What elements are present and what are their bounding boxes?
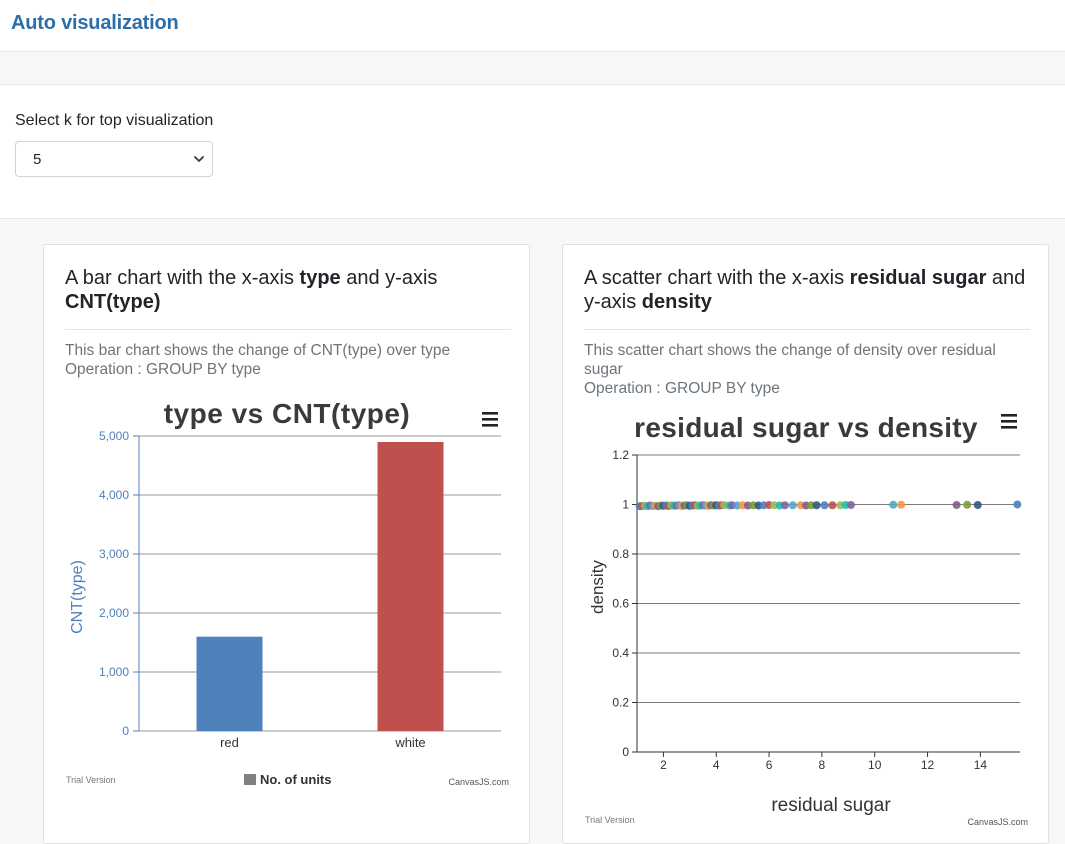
bar-chart-card: A bar chart with the x-axis type and y-a… xyxy=(43,244,530,844)
trial-version-label: Trial Version xyxy=(585,815,635,825)
operation-text: Operation : GROUP BY type xyxy=(65,361,261,378)
bar-red[interactable] xyxy=(196,636,263,731)
card-divider xyxy=(65,329,511,330)
card-title-text: A bar chart with the x-axis xyxy=(65,267,300,289)
plot-area: 0 0.2 0.4 0.6 0.8 1 1.2 2 4 6 8 10 12 14 xyxy=(612,448,1022,772)
y-tick-label: 0 xyxy=(122,724,129,738)
canvasjs-credit: CanvasJS.com xyxy=(967,817,1028,825)
k-select-dropdown[interactable]: 5 xyxy=(15,141,213,177)
chevron-down-icon xyxy=(194,156,204,162)
chart-title: type vs CNT(type) xyxy=(164,398,411,429)
legend-label: No. of units xyxy=(260,772,332,787)
card-description: This bar chart shows the change of CNT(t… xyxy=(65,341,505,379)
legend[interactable]: No. of units xyxy=(244,772,332,787)
y-tick-label: 2,000 xyxy=(99,606,129,620)
y-tick-label: 0.8 xyxy=(612,547,629,561)
x-tick-label: 14 xyxy=(974,758,988,772)
plot-area: 0 1,000 2,000 3,000 4,000 5,000 red white xyxy=(99,429,501,750)
card-title: A bar chart with the x-axis type and y-a… xyxy=(65,266,515,314)
description-text: This scatter chart shows the change of d… xyxy=(584,342,996,378)
card-divider xyxy=(584,329,1030,330)
y-tick-label: 1.2 xyxy=(612,448,629,462)
scatter-point[interactable] xyxy=(846,500,855,509)
scatter-point[interactable] xyxy=(963,500,972,509)
x-tick-label: 10 xyxy=(868,758,882,772)
card-title-x: type xyxy=(299,267,341,289)
scatter-point[interactable] xyxy=(820,501,829,510)
scatter-point[interactable] xyxy=(973,500,982,509)
legend-swatch xyxy=(244,774,256,785)
y-tick-label: 4,000 xyxy=(99,488,129,502)
scatter-point[interactable] xyxy=(897,500,906,509)
card-title-text: and y-axis xyxy=(340,267,438,289)
k-select-label: Select k for top visualization xyxy=(15,112,214,129)
y-tick-label: 1,000 xyxy=(99,665,129,679)
card-description: This scatter chart shows the change of d… xyxy=(584,341,1024,398)
canvasjs-credit: CanvasJS.com xyxy=(448,777,509,787)
x-tick-label: 8 xyxy=(819,758,826,772)
description-text: This bar chart shows the change of CNT(t… xyxy=(65,342,451,359)
y-axis-label: density xyxy=(588,560,607,614)
y-tick-label: 0.6 xyxy=(612,597,629,611)
y-tick-label: 0.4 xyxy=(612,646,629,660)
x-tick-label: 4 xyxy=(713,758,720,772)
x-axis-label: residual sugar xyxy=(771,795,891,816)
k-select-value: 5 xyxy=(33,151,42,168)
x-tick-label: 6 xyxy=(766,758,773,772)
x-tick-label: red xyxy=(220,735,239,750)
scatter-point[interactable] xyxy=(952,500,961,509)
visualization-cards: A bar chart with the x-axis type and y-a… xyxy=(0,219,1065,844)
menu-icon[interactable] xyxy=(482,412,498,427)
scatter-point[interactable] xyxy=(889,500,898,509)
card-title: A scatter chart with the x-axis residual… xyxy=(584,266,1034,314)
y-tick-label: 1 xyxy=(622,498,629,512)
y-tick-label: 0 xyxy=(622,745,629,759)
scatter-point[interactable] xyxy=(780,501,789,510)
x-tick-label: 2 xyxy=(660,758,667,772)
y-axis-label: CNT(type) xyxy=(69,560,86,634)
controls-panel: Select k for top visualization 5 xyxy=(0,85,1065,219)
bar-white[interactable] xyxy=(377,442,444,731)
scatter-point[interactable] xyxy=(828,501,837,510)
card-title-x: residual sugar xyxy=(849,267,987,289)
app-title: Auto visualization xyxy=(11,12,179,34)
chart-title: residual sugar vs density xyxy=(634,412,978,443)
card-title-text: A scatter chart with the x-axis xyxy=(584,267,850,289)
trial-version-label: Trial Version xyxy=(66,775,116,785)
y-tick-label: 3,000 xyxy=(99,547,129,561)
bar-chart: type vs CNT(type) 0 1,000 2,000 3,000 4,000 5… xyxy=(66,398,509,787)
top-navbar: Auto visualization xyxy=(0,0,1065,52)
x-tick-label: white xyxy=(394,735,425,750)
x-tick-label: 12 xyxy=(921,758,935,772)
scatter-chart-card: A scatter chart with the x-axis residual… xyxy=(562,244,1049,844)
card-title-y: CNT(type) xyxy=(65,291,161,313)
menu-icon[interactable] xyxy=(1001,414,1017,429)
scatter-point[interactable] xyxy=(812,501,821,510)
scatter-point[interactable] xyxy=(1013,500,1022,509)
separator-band xyxy=(0,52,1065,85)
operation-text: Operation : GROUP BY type xyxy=(584,380,780,397)
y-tick-label: 0.2 xyxy=(612,696,629,710)
y-tick-label: 5,000 xyxy=(99,429,129,443)
scatter-chart: residual sugar vs density 0 0.2 0.4 0.6 0.8 1… xyxy=(585,412,1028,825)
card-title-y: density xyxy=(641,291,712,313)
scatter-point[interactable] xyxy=(788,501,797,510)
